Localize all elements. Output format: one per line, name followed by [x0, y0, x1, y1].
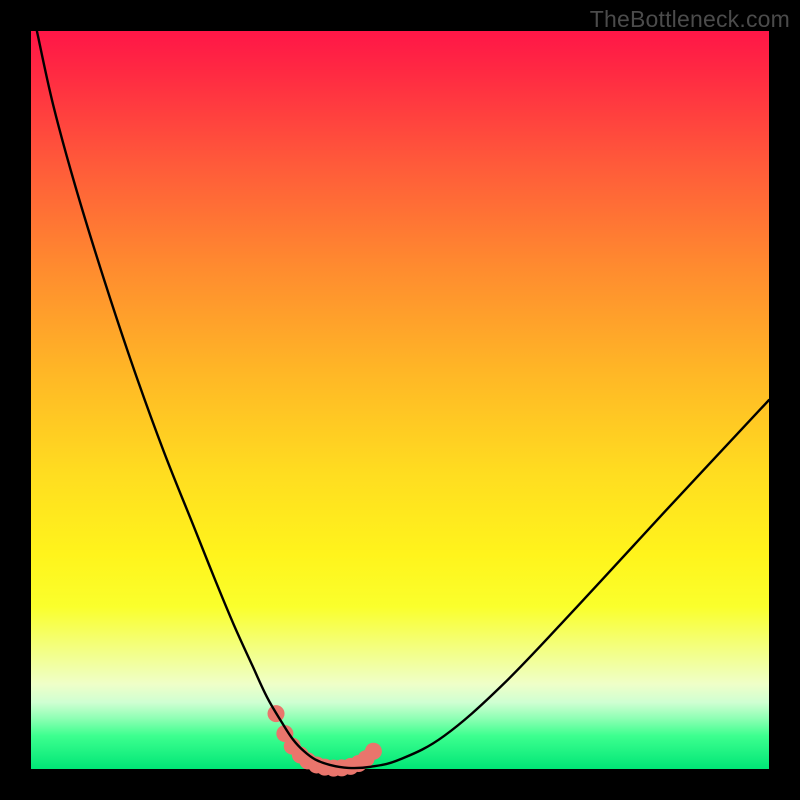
bottleneck-curve	[37, 31, 769, 768]
chart-frame: TheBottleneck.com	[0, 0, 800, 800]
plot-area	[31, 31, 769, 769]
highlight-dots-group	[268, 705, 382, 776]
highlight-dot	[365, 743, 382, 760]
watermark-text: TheBottleneck.com	[590, 6, 790, 33]
curve-layer	[31, 31, 769, 769]
